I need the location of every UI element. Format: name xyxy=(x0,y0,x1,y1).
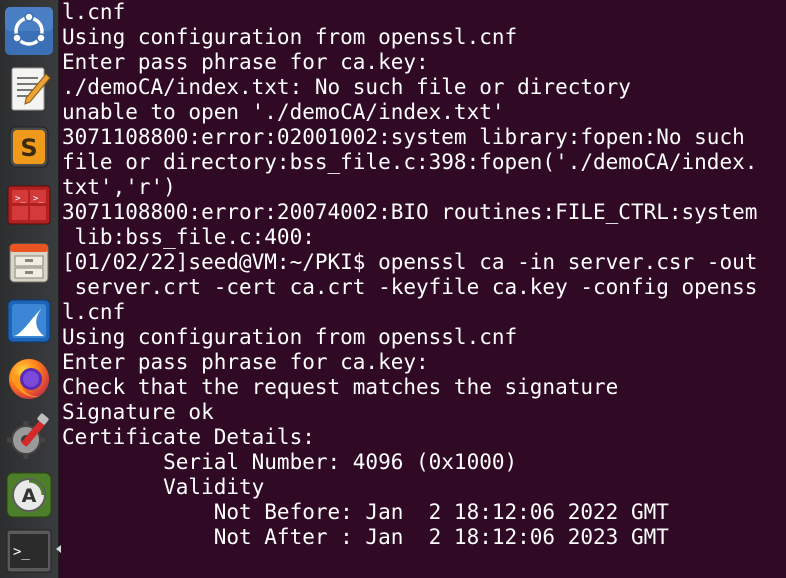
terminal-line: Certificate Details: xyxy=(62,425,315,449)
terminal-line: file or directory:bss_file.c:398:fopen('… xyxy=(62,150,758,174)
sublime-text-icon[interactable]: S xyxy=(4,122,54,172)
terminal-line: l.cnf xyxy=(62,300,126,324)
terminal-line: 3071108800:error:02001002:system library… xyxy=(62,125,745,149)
terminal-line: l.cnf xyxy=(62,0,126,24)
terminal-line: txt','r') xyxy=(62,175,176,199)
terminal-line: server.crt -cert ca.crt -keyfile ca.key … xyxy=(62,275,758,299)
software-updater-icon[interactable]: A xyxy=(4,470,54,520)
ubuntu-dash-icon[interactable] xyxy=(4,6,54,56)
terminal-line: unable to open './demoCA/index.txt' xyxy=(62,100,505,124)
svg-text:>_: >_ xyxy=(33,194,44,204)
system-settings-icon[interactable] xyxy=(4,412,54,462)
terminal-line: Not After : Jan 2 18:12:06 2023 GMT xyxy=(62,525,669,549)
svg-text:>_: >_ xyxy=(13,544,30,560)
terminal-line: Using configuration from openssl.cnf xyxy=(62,325,518,349)
terminal-line: Not Before: Jan 2 18:12:06 2022 GMT xyxy=(62,500,669,524)
terminal-line: Enter pass phrase for ca.key: xyxy=(62,50,429,74)
firefox-icon[interactable] xyxy=(4,354,54,404)
terminal-line: Enter pass phrase for ca.key: xyxy=(62,350,429,374)
terminal-line: Using configuration from openssl.cnf xyxy=(62,25,518,49)
terminal-line: Serial Number: 4096 (0x1000) xyxy=(62,450,518,474)
desktop: S >_ >_ A >_ l.cnf Using configuration f… xyxy=(0,0,786,578)
file-manager-icon[interactable] xyxy=(4,238,54,288)
svg-text:S: S xyxy=(20,134,37,162)
svg-text:A: A xyxy=(22,485,37,507)
terminal-line: Signature ok xyxy=(62,400,214,424)
terminal-line: Check that the request matches the signa… xyxy=(62,375,619,399)
terminal-line: lib:bss_file.c:400: xyxy=(62,225,315,249)
terminal-line: 3071108800:error:20074002:BIO routines:F… xyxy=(62,200,758,224)
terminal-line: [01/02/22]seed@VM:~/PKI$ openssl ca -in … xyxy=(62,250,758,274)
terminal-icon[interactable]: >_ xyxy=(4,526,54,576)
terminal-line: ./demoCA/index.txt: No such file or dire… xyxy=(62,75,631,99)
terminal-output[interactable]: l.cnf Using configuration from openssl.c… xyxy=(62,0,786,578)
active-window-indicator xyxy=(56,545,61,553)
svg-text:>_: >_ xyxy=(15,194,26,204)
terminator-icon[interactable]: >_ >_ xyxy=(4,180,54,230)
unity-launcher: S >_ >_ A >_ xyxy=(0,0,61,578)
terminal-line: Validity xyxy=(62,475,265,499)
text-editor-icon[interactable] xyxy=(4,64,54,114)
wireshark-icon[interactable] xyxy=(4,296,54,346)
